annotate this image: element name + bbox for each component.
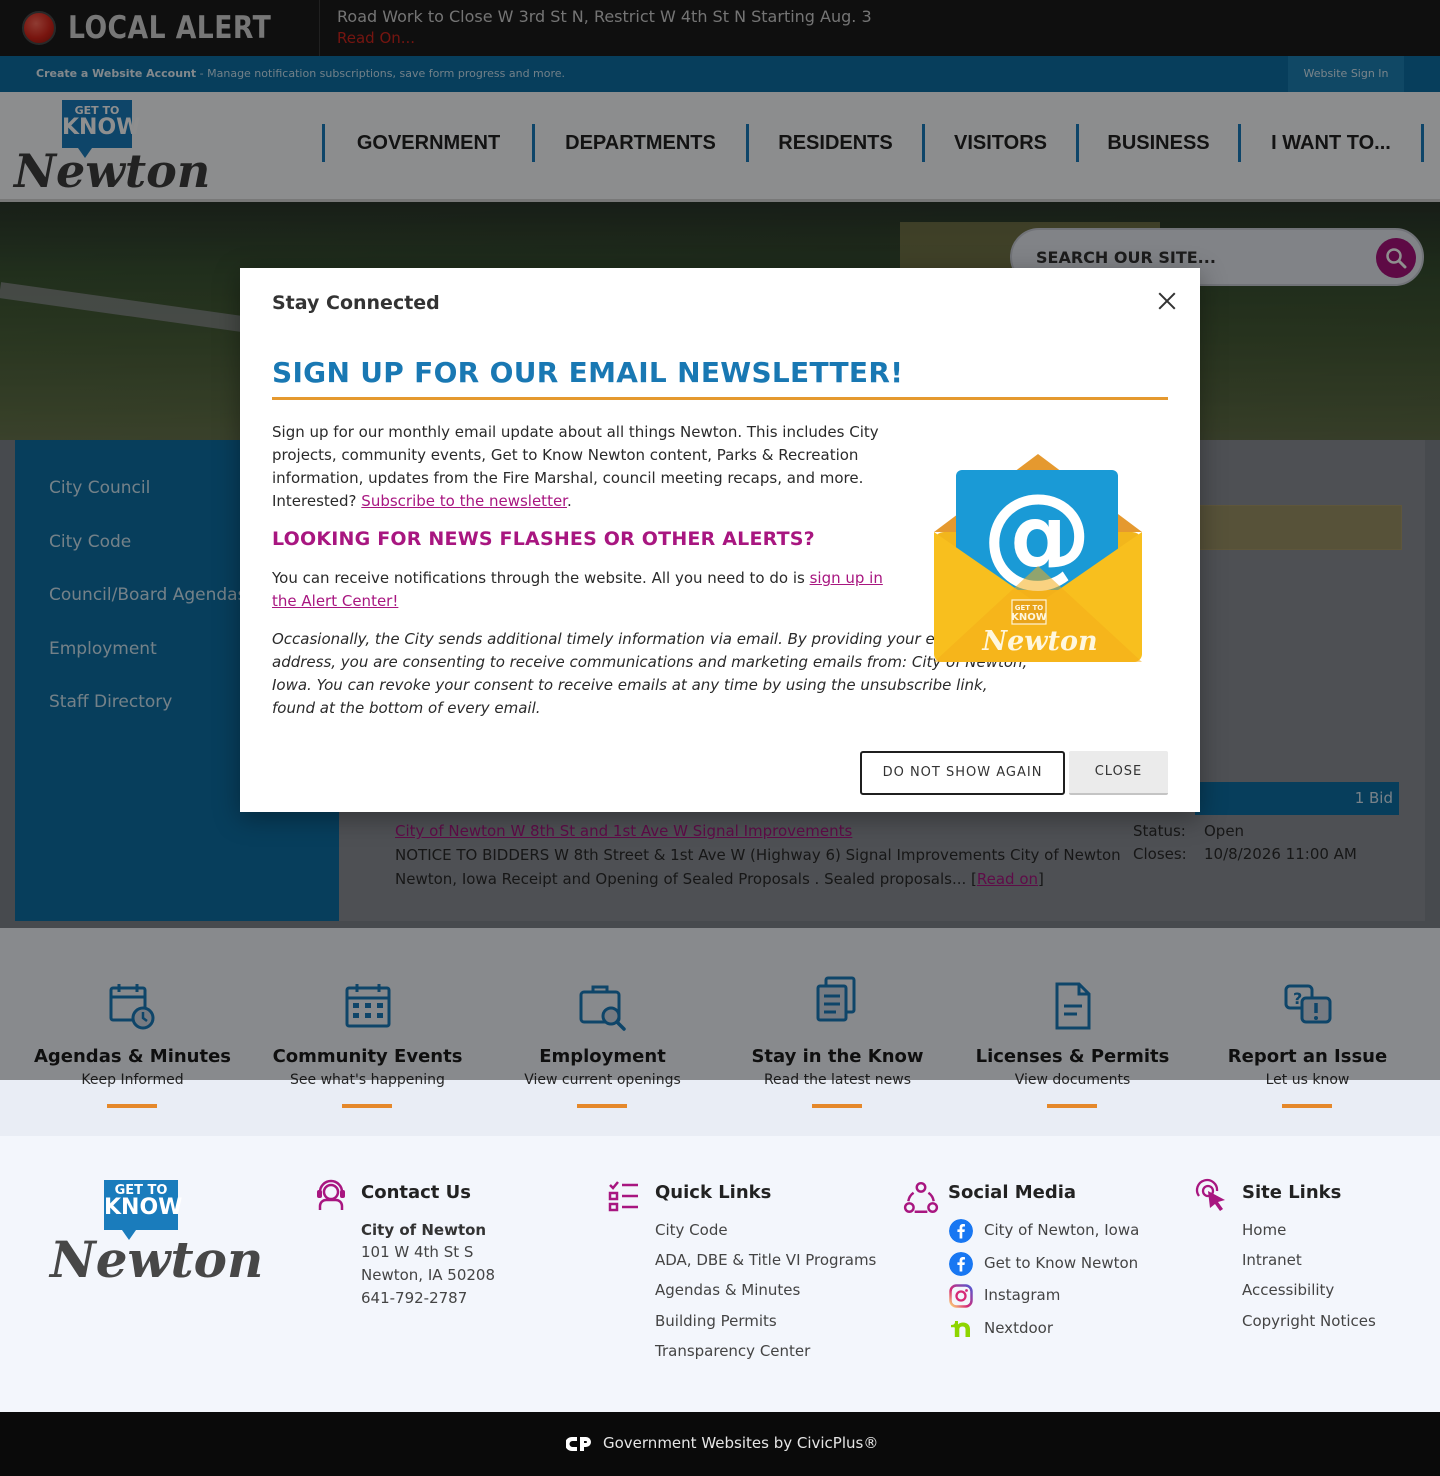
tile-underline bbox=[1282, 1104, 1332, 1108]
site-link-copyright-notices[interactable]: Copyright Notices bbox=[1242, 1312, 1376, 1330]
quick-link-agendas-minutes[interactable]: Agendas & Minutes bbox=[655, 1281, 800, 1299]
social-link-city-of-newton[interactable]: City of Newton, Iowa bbox=[984, 1221, 1139, 1239]
site-links-title: Site Links bbox=[1242, 1182, 1342, 1203]
tile-underline bbox=[107, 1104, 157, 1108]
civicplus-bar: Government Websites by CivicPlus® bbox=[0, 1412, 1440, 1476]
footer-logo[interactable]: GET TO KNOW Newton bbox=[50, 1180, 280, 1290]
consent-text: Occasionally, the City sends additional … bbox=[272, 630, 1028, 717]
do-not-show-again-button[interactable]: DO NOT SHOW AGAIN bbox=[860, 751, 1065, 795]
close-button[interactable]: CLOSE bbox=[1069, 751, 1168, 795]
quick-link-city-code[interactable]: City Code bbox=[655, 1221, 728, 1239]
site-footer: GET TO KNOW Newton Contact Us City of Ne… bbox=[0, 1136, 1440, 1412]
close-icon[interactable] bbox=[1154, 288, 1180, 314]
social-media-title: Social Media bbox=[948, 1182, 1077, 1203]
contact-org: City of Newton bbox=[361, 1221, 487, 1239]
envelope-logo-line1: GET TO bbox=[1015, 604, 1044, 612]
logo-wordmark: Newton bbox=[50, 1230, 264, 1289]
contact-phone[interactable]: 641-792-2787 bbox=[361, 1289, 467, 1307]
alerts-heading: LOOKING FOR NEWS FLASHES OR OTHER ALERTS… bbox=[272, 528, 815, 550]
pointer-click-icon bbox=[1195, 1178, 1225, 1211]
tile-underline bbox=[342, 1104, 392, 1108]
tile-underline bbox=[1047, 1104, 1097, 1108]
newsletter-modal: Stay Connected SIGN UP FOR OUR EMAIL NEW… bbox=[240, 268, 1200, 812]
quick-link-building-permits[interactable]: Building Permits bbox=[655, 1312, 777, 1330]
alerts-text-body: You can receive notifications through th… bbox=[272, 569, 810, 587]
facebook-icon[interactable] bbox=[949, 1252, 973, 1276]
envelope-logo-line2: KNOW bbox=[1011, 612, 1047, 623]
site-link-accessibility[interactable]: Accessibility bbox=[1242, 1281, 1334, 1299]
logo-tag-line2: KNOW bbox=[104, 1195, 183, 1220]
contact-address-2: Newton, IA 50208 bbox=[361, 1266, 495, 1284]
social-link-nextdoor[interactable]: Nextdoor bbox=[984, 1319, 1053, 1337]
envelope-logo-word: Newton bbox=[981, 626, 1097, 657]
site-link-intranet[interactable]: Intranet bbox=[1242, 1251, 1302, 1269]
nextdoor-icon[interactable] bbox=[949, 1317, 973, 1341]
email-envelope-icon: @ GET TO KNOW Newton bbox=[934, 454, 1142, 662]
quick-links-title: Quick Links bbox=[655, 1182, 772, 1203]
contact-address-1: 101 W 4th St S bbox=[361, 1243, 474, 1261]
civicplus-logo-icon[interactable] bbox=[566, 1435, 592, 1453]
newsletter-heading: SIGN UP FOR OUR EMAIL NEWSLETTER! bbox=[272, 356, 1168, 400]
tile-underline bbox=[577, 1104, 627, 1108]
list-icon bbox=[608, 1181, 638, 1212]
social-link-instagram[interactable]: Instagram bbox=[984, 1286, 1060, 1304]
contact-icon bbox=[317, 1179, 345, 1210]
tiles-background bbox=[0, 1080, 1440, 1136]
alerts-text: You can receive notifications through th… bbox=[272, 567, 902, 613]
newsletter-intro: Sign up for our monthly email update abo… bbox=[272, 423, 879, 510]
logo-tag: GET TO KNOW bbox=[104, 1180, 183, 1230]
contact-title: Contact Us bbox=[361, 1182, 472, 1203]
tile-underline bbox=[812, 1104, 862, 1108]
site-link-home[interactable]: Home bbox=[1242, 1221, 1286, 1239]
quick-link-ada-dbe[interactable]: ADA, DBE & Title VI Programs bbox=[655, 1251, 876, 1269]
civicplus-credit[interactable]: Government Websites by CivicPlus® bbox=[603, 1434, 878, 1452]
instagram-icon[interactable] bbox=[949, 1284, 973, 1308]
social-network-icon bbox=[903, 1181, 939, 1213]
subscribe-link[interactable]: Subscribe to the newsletter bbox=[361, 492, 567, 510]
social-link-get-to-know-newton[interactable]: Get to Know Newton bbox=[984, 1254, 1138, 1272]
modal-title: Stay Connected bbox=[272, 292, 440, 314]
facebook-icon[interactable] bbox=[949, 1219, 973, 1243]
quick-link-transparency-center[interactable]: Transparency Center bbox=[655, 1342, 810, 1360]
